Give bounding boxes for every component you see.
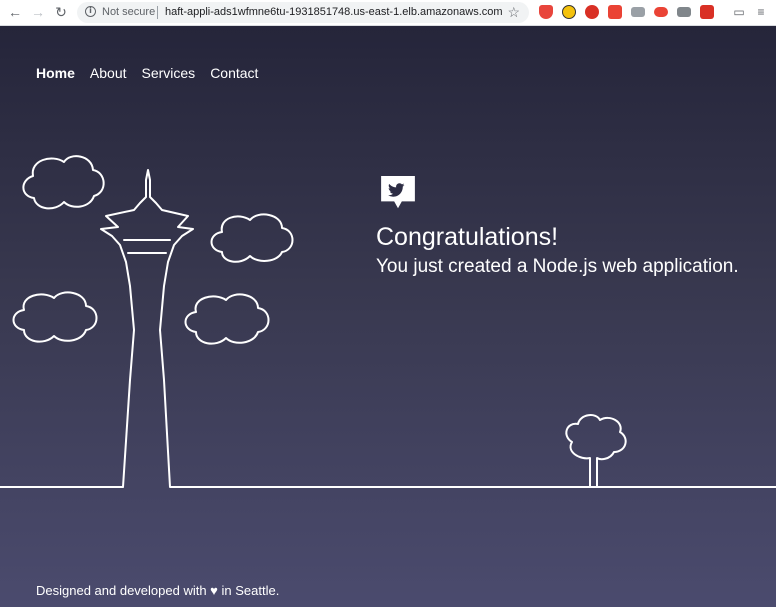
forward-icon[interactable]: →: [29, 3, 47, 21]
reload-icon[interactable]: ↻: [52, 3, 70, 21]
page-body: Home About Services Contact Congratulati…: [0, 26, 776, 607]
cloud-3: [12, 291, 98, 343]
cloud-1: [22, 155, 105, 210]
extension-pin-icon[interactable]: [608, 5, 622, 19]
nav-services[interactable]: Services: [142, 65, 196, 81]
extension-gray-icon[interactable]: [631, 7, 645, 17]
twitter-icon[interactable]: [376, 176, 420, 209]
separator: [157, 6, 158, 19]
extension-shield-icon[interactable]: [539, 5, 553, 19]
extension-calendar-icon[interactable]: [700, 5, 714, 19]
nav-about[interactable]: About: [90, 65, 127, 81]
nav-home[interactable]: Home: [36, 65, 75, 81]
security-label[interactable]: Not secure: [102, 6, 155, 18]
extension-yab-icon[interactable]: [585, 5, 599, 19]
cloud-2: [210, 213, 294, 263]
bookmark-star-icon[interactable]: ☆: [507, 4, 520, 21]
extension-play-icon[interactable]: [562, 5, 576, 19]
space-needle-detail: [123, 239, 171, 254]
back-icon[interactable]: ←: [6, 3, 24, 21]
hero-title: Congratulations!: [376, 223, 559, 251]
tree-icon: [565, 414, 627, 488]
menu-icon[interactable]: ≡: [753, 4, 769, 20]
hero-subtitle: You just created a Node.js web applicati…: [376, 256, 739, 277]
nav-contact[interactable]: Contact: [210, 65, 258, 81]
address-bar[interactable]: i Not secure haft-appli-ads1wfmne6tu-193…: [77, 2, 529, 23]
main-nav: Home About Services Contact: [36, 65, 258, 81]
cloud-4: [184, 293, 270, 345]
footer-text: Designed and developed with ♥ in Seattle…: [36, 583, 280, 598]
extension-red-icon[interactable]: [654, 7, 668, 17]
space-needle-ground-line: [0, 169, 776, 488]
browser-toolbar: ← → ↻ i Not secure haft-appli-ads1wfmne6…: [0, 0, 776, 26]
extension-dark-icon[interactable]: [677, 7, 691, 17]
seattle-skyline-illustration: [0, 155, 776, 488]
cast-icon[interactable]: ▭: [731, 4, 747, 20]
info-icon[interactable]: i: [85, 6, 96, 17]
url-text[interactable]: haft-appli-ads1wfmne6tu-1931851748.us-ea…: [165, 6, 503, 18]
